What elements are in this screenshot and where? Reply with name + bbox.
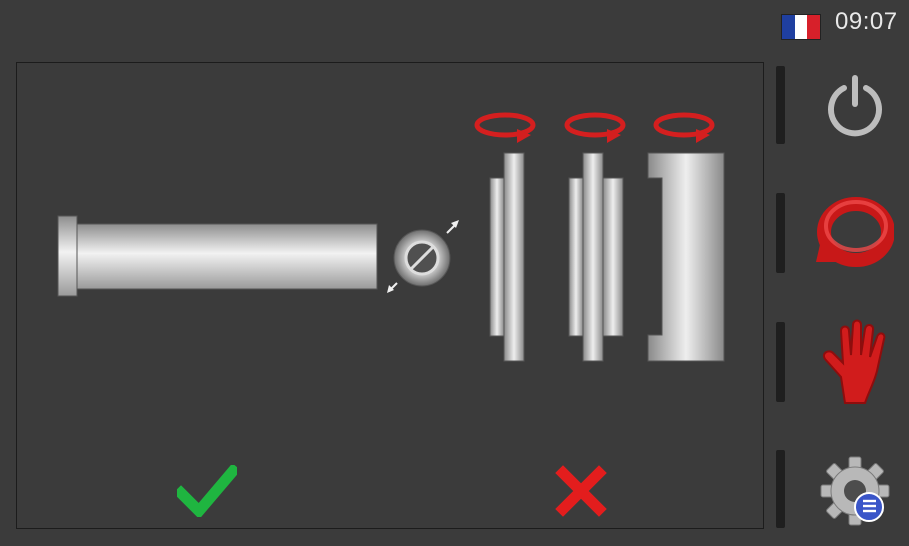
manual-mode-button[interactable] <box>815 318 895 408</box>
roller-tool-2 <box>568 152 624 362</box>
sidebar-separator <box>776 450 785 528</box>
roller-tool-1 <box>489 152 525 362</box>
machine-diagram-panel <box>16 62 764 529</box>
check-icon <box>177 465 237 517</box>
roller-tool-3 <box>647 152 725 362</box>
settings-button[interactable] <box>815 446 895 536</box>
hand-icon <box>823 319 886 404</box>
clock: 09:07 <box>835 8 898 35</box>
shaft-flange <box>57 215 78 297</box>
rotation-indicator-1 <box>474 112 536 143</box>
power-icon <box>828 75 882 137</box>
cross-icon <box>555 465 607 517</box>
sidebar-separator <box>776 193 785 273</box>
shaft-body <box>76 223 378 290</box>
rotation-indicator-2 <box>564 112 626 143</box>
status-bar: 09:07 <box>0 0 909 46</box>
sidebar-separator <box>776 66 785 144</box>
diameter-gauge-icon <box>387 220 459 293</box>
language-flag[interactable] <box>781 14 821 40</box>
flag-red <box>807 15 821 39</box>
confirm-button[interactable] <box>172 459 242 523</box>
flag-blue <box>782 15 795 39</box>
rotation-indicator-3 <box>653 112 715 143</box>
cancel-button[interactable] <box>546 459 616 523</box>
power-button[interactable] <box>815 60 895 150</box>
rotate-icon <box>816 197 894 267</box>
flag-white <box>794 15 808 39</box>
machine-diagram <box>57 112 725 362</box>
sidebar-separator <box>776 322 785 402</box>
workpiece-shaft <box>57 215 378 297</box>
settings-list-icon <box>820 456 890 526</box>
rotation-button[interactable] <box>815 188 895 278</box>
machine-screen: 09:07 <box>0 0 909 546</box>
